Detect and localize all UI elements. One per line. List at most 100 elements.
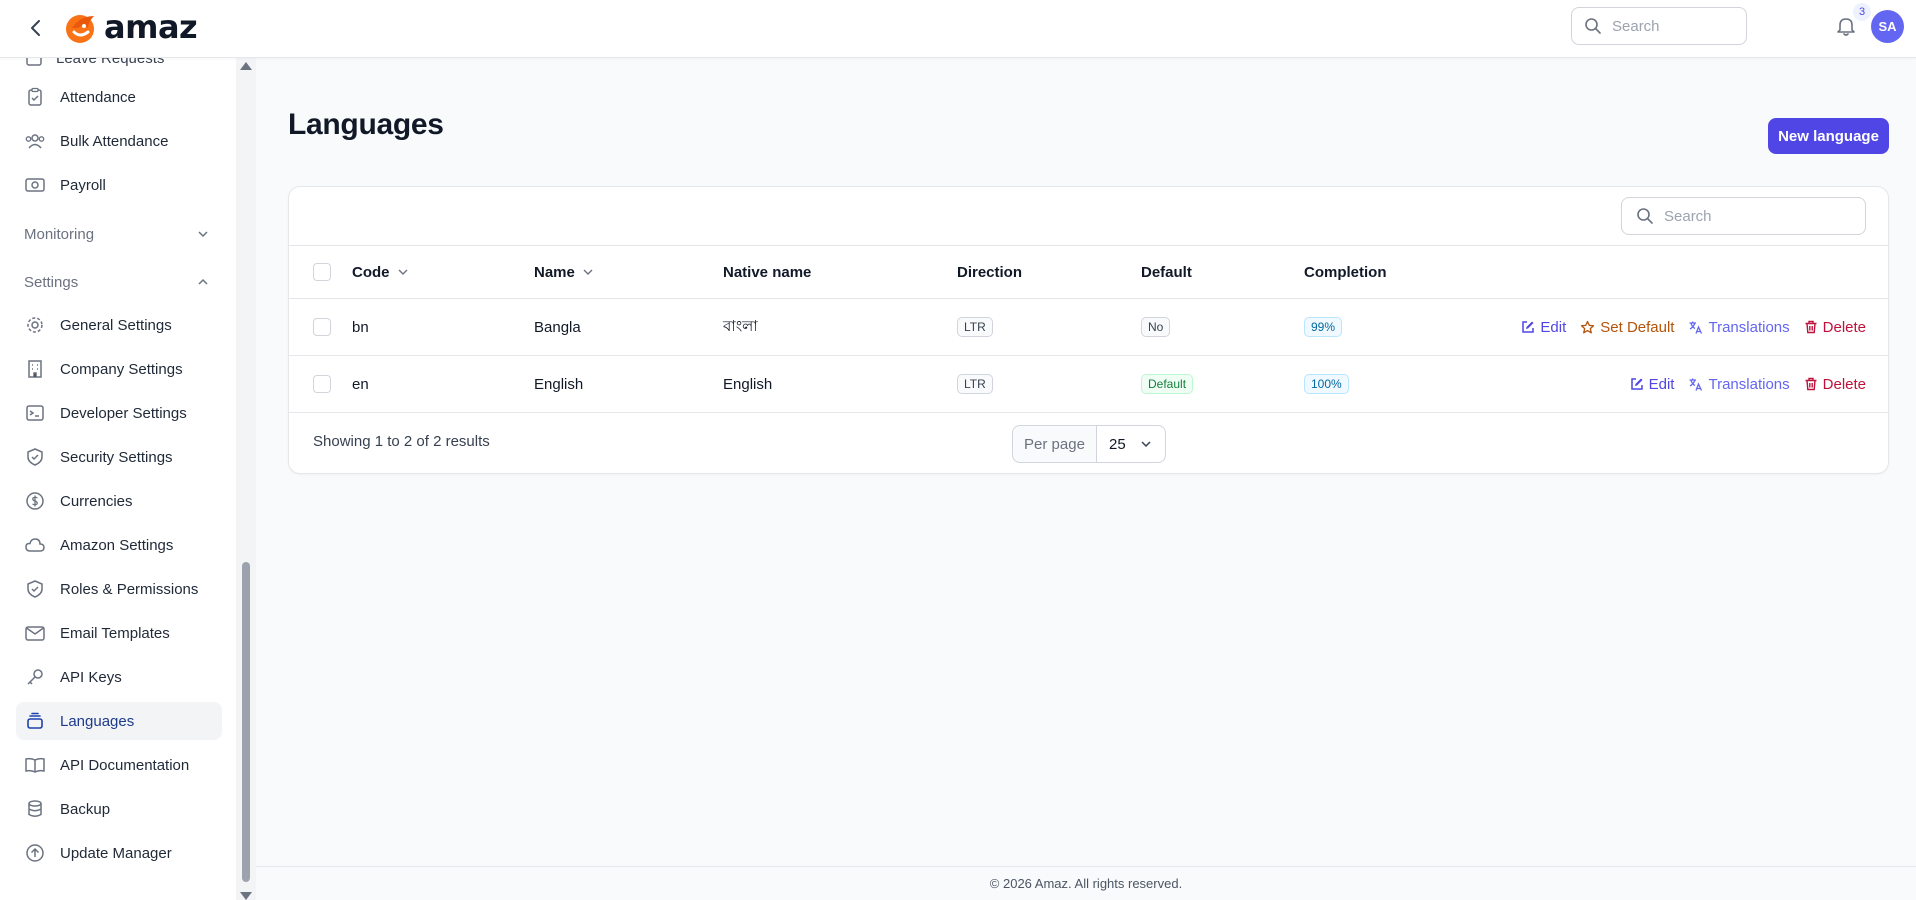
sidebar-group-settings[interactable]: Settings xyxy=(24,267,210,297)
cell-name: Bangla xyxy=(534,318,581,336)
sidebar-item-api-keys[interactable]: API Keys xyxy=(16,658,222,696)
app-logo[interactable]: amaz xyxy=(62,8,198,46)
back-button[interactable] xyxy=(22,14,50,42)
language-icon xyxy=(1689,378,1703,391)
row-checkbox[interactable] xyxy=(313,318,331,336)
table-search[interactable] xyxy=(1621,197,1866,235)
direction-badge: LTR xyxy=(957,317,993,337)
user-avatar[interactable]: SA xyxy=(1871,10,1904,43)
trash-icon xyxy=(1805,320,1817,334)
per-page-value: 25 xyxy=(1109,435,1126,453)
edit-action[interactable]: Edit xyxy=(1630,376,1674,393)
direction-badge: LTR xyxy=(957,374,993,394)
per-page-select[interactable]: Per page 25 xyxy=(1012,425,1166,463)
sidebar: Leave Requests Attendance Bulk Attendanc… xyxy=(0,58,256,900)
trash-icon xyxy=(1805,377,1817,391)
global-search-input[interactable] xyxy=(1612,17,1732,35)
scroll-down-arrow-icon[interactable] xyxy=(240,892,252,900)
sidebar-item-api-documentation[interactable]: API Documentation xyxy=(16,746,222,784)
page-footer: © 2026 Amaz. All rights reserved. xyxy=(256,866,1916,900)
default-badge: No xyxy=(1141,317,1171,337)
per-page-dropdown[interactable]: 25 xyxy=(1097,426,1165,462)
shield-icon xyxy=(24,446,46,468)
column-label: Name xyxy=(534,263,575,281)
notification-count-badge: 3 xyxy=(1853,3,1871,21)
calendar-icon xyxy=(24,58,44,68)
sidebar-item-languages[interactable]: Languages xyxy=(16,702,222,740)
column-header-name[interactable]: Name xyxy=(534,246,595,298)
cell-default: No xyxy=(1141,299,1171,355)
language-icon xyxy=(1689,321,1703,334)
table-row: en English English LTR Default 100% Edit… xyxy=(289,356,1888,413)
sidebar-group-label: Settings xyxy=(24,273,79,291)
sidebar-item-label: Email Templates xyxy=(60,624,170,642)
clipboard-check-icon xyxy=(24,86,46,108)
sidebar-group-label: Monitoring xyxy=(24,225,95,243)
envelope-icon xyxy=(24,622,46,644)
shield-check-icon xyxy=(24,578,46,600)
row-actions: Edit Set Default Translations Delete xyxy=(1521,299,1866,355)
cell-default: Default xyxy=(1141,356,1194,412)
delete-action[interactable]: Delete xyxy=(1804,319,1866,336)
languages-table-card: Code Name Native name Direction Default … xyxy=(288,186,1889,474)
database-icon xyxy=(24,798,46,820)
sidebar-item-label: API Documentation xyxy=(60,756,190,774)
scrollbar-thumb[interactable] xyxy=(242,562,250,882)
cell-name: English xyxy=(534,375,584,393)
action-label: Set Default xyxy=(1600,318,1675,336)
pagination-summary: Showing 1 to 2 of 2 results xyxy=(313,433,490,450)
sidebar-group-monitoring[interactable]: Monitoring xyxy=(24,219,210,249)
sidebar-item-label: Amazon Settings xyxy=(60,536,174,554)
row-checkbox[interactable] xyxy=(313,375,331,393)
cell-completion: 99% xyxy=(1304,299,1343,355)
sidebar-item-label: Update Manager xyxy=(60,844,172,862)
column-header-default: Default xyxy=(1141,263,1192,281)
sidebar-scrollbar[interactable] xyxy=(236,58,256,900)
table-search-input[interactable] xyxy=(1664,207,1844,225)
translations-action[interactable]: Translations xyxy=(1688,375,1790,393)
delete-action[interactable]: Delete xyxy=(1804,376,1866,393)
sidebar-item-leave-requests[interactable]: Leave Requests xyxy=(24,58,164,68)
sidebar-item-company-settings[interactable]: Company Settings xyxy=(16,350,222,388)
search-icon xyxy=(1585,18,1601,34)
cell-native-name: বাংলা xyxy=(723,316,758,335)
sidebar-item-label: Developer Settings xyxy=(60,404,187,422)
copyright-text: © 2026 Amaz. All rights reserved. xyxy=(989,876,1183,891)
action-label: Delete xyxy=(1822,318,1866,336)
column-header-code[interactable]: Code xyxy=(352,246,410,298)
edit-action[interactable]: Edit xyxy=(1521,319,1566,336)
page-title: Languages xyxy=(288,108,444,141)
global-search[interactable] xyxy=(1571,7,1747,45)
fox-logo-icon xyxy=(66,15,94,43)
sidebar-item-security-settings[interactable]: Security Settings xyxy=(16,438,222,476)
sidebar-item-developer-settings[interactable]: Developer Settings xyxy=(16,394,222,432)
translations-action[interactable]: Translations xyxy=(1688,319,1790,336)
sidebar-item-general-settings[interactable]: General Settings xyxy=(16,306,222,344)
sidebar-item-label: Security Settings xyxy=(60,448,173,466)
cell-native-name: English xyxy=(723,375,773,393)
sidebar-item-payroll[interactable]: Payroll xyxy=(16,166,222,204)
star-icon xyxy=(1581,320,1595,333)
new-language-button[interactable]: New language xyxy=(1768,118,1889,154)
sidebar-item-label: Backup xyxy=(60,800,111,818)
set-default-action[interactable]: Set Default xyxy=(1580,319,1674,336)
sidebar-item-backup[interactable]: Backup xyxy=(16,790,222,828)
sidebar-item-update-manager[interactable]: Update Manager xyxy=(16,834,222,872)
sidebar-item-roles-permissions[interactable]: Roles & Permissions xyxy=(16,570,222,608)
sidebar-item-email-templates[interactable]: Email Templates xyxy=(16,614,222,652)
select-all-checkbox[interactable] xyxy=(313,263,331,281)
sidebar-item-label: Payroll xyxy=(60,176,106,194)
users-icon xyxy=(24,130,46,152)
sidebar-item-attendance[interactable]: Attendance xyxy=(16,78,222,116)
dollar-circle-icon xyxy=(24,490,46,512)
action-label: Translations xyxy=(1708,375,1790,393)
arrow-up-circle-icon xyxy=(24,842,46,864)
cell-direction: LTR xyxy=(957,356,993,412)
book-icon xyxy=(24,754,46,776)
chevron-left-icon xyxy=(31,20,40,36)
sidebar-item-amazon-settings[interactable]: Amazon Settings xyxy=(16,526,222,564)
column-header-direction: Direction xyxy=(957,263,1023,281)
sidebar-item-bulk-attendance[interactable]: Bulk Attendance xyxy=(16,122,222,160)
sidebar-item-currencies[interactable]: Currencies xyxy=(16,482,222,520)
scroll-up-arrow-icon[interactable] xyxy=(240,62,252,70)
